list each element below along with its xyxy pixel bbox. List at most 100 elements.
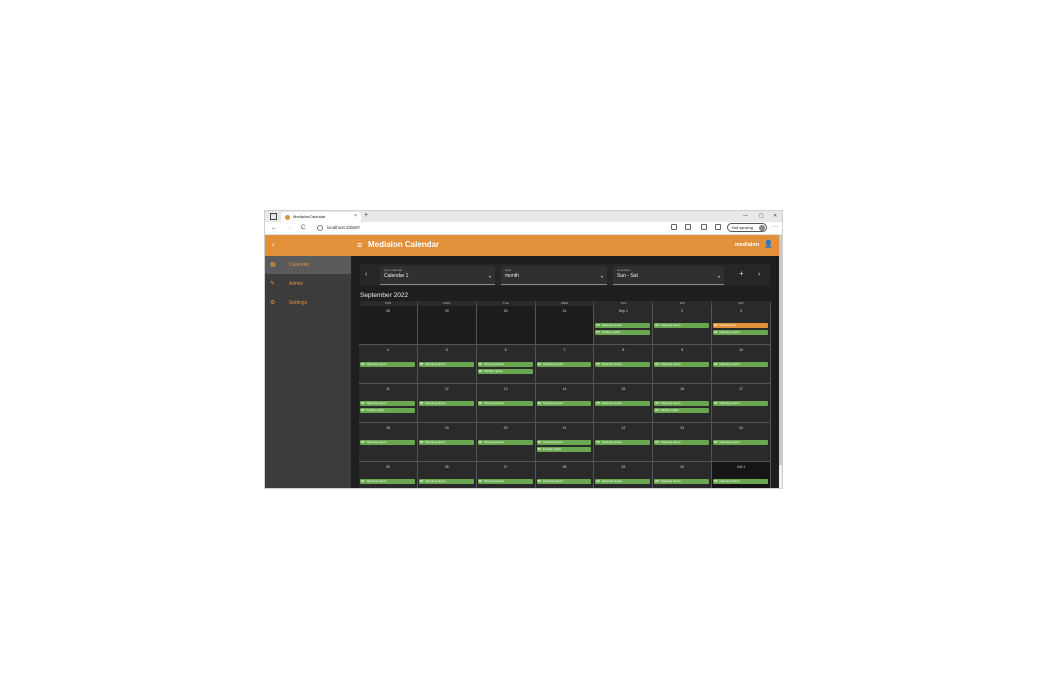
info-icon[interactable] xyxy=(317,224,323,231)
day-number[interactable]: 3 xyxy=(712,309,770,314)
sidebar-item-admin[interactable]: ✎ Admin xyxy=(265,275,351,293)
calendar-event[interactable]: 00 Facility Lights xyxy=(360,408,415,413)
day-number[interactable]: 16 xyxy=(653,387,711,392)
calendar-event[interactable]: 00 Opening Hours xyxy=(418,440,474,445)
day-cell[interactable]: 23 00 Opening Hours xyxy=(653,423,713,462)
calendar-event[interactable]: 00 Opening Hours xyxy=(536,362,592,367)
day-number[interactable]: 30 xyxy=(653,465,711,470)
new-tab-button[interactable]: + xyxy=(364,211,368,221)
day-cell[interactable]: Sep 1 00 Opening Hours 00 Facility Lights xyxy=(594,306,654,345)
minimize-button[interactable]: — xyxy=(743,211,748,221)
extensions-icon[interactable] xyxy=(701,224,707,230)
calendar-event[interactable]: 00 Opening Hours xyxy=(595,362,651,367)
reload-button[interactable]: C xyxy=(301,223,305,233)
calendar-event[interactable]: 00 Opening Hours xyxy=(536,401,592,406)
day-number[interactable]: 11 xyxy=(359,387,417,392)
favorite-icon[interactable] xyxy=(685,224,691,230)
menu-icon[interactable]: ≡ xyxy=(357,238,362,252)
calendar-event[interactable]: 00 Opening Hours xyxy=(477,440,533,445)
day-cell[interactable]: 25 00 Opening Hours xyxy=(359,462,418,488)
maximize-button[interactable]: ▢ xyxy=(759,211,764,221)
day-number[interactable]: 12 xyxy=(418,387,476,392)
add-event-button[interactable]: + xyxy=(739,269,744,279)
calendar-event[interactable]: 00 Opening Hours xyxy=(713,362,768,367)
calendar-event[interactable]: 00 Facility Lights xyxy=(654,408,710,413)
calendar-event[interactable]: 00 Opening Hours xyxy=(477,401,533,406)
collapse-sidebar-icon[interactable]: ‹ xyxy=(272,239,275,251)
sidebar-item-calendar[interactable]: ▦ Calendar xyxy=(265,256,351,274)
calendar-event[interactable]: 00 Opening Hours xyxy=(713,330,768,335)
calendar-event[interactable]: 00 Opening Hours xyxy=(360,362,415,367)
day-cell[interactable]: 27 00 Opening Hours xyxy=(476,462,536,488)
day-number[interactable]: 20 xyxy=(477,426,535,431)
day-cell[interactable]: 24 00 Opening Hours xyxy=(712,423,771,462)
day-cell[interactable]: 9 00 Opening Hours xyxy=(653,345,713,384)
calendar-event[interactable]: 00 Opening Hours xyxy=(654,362,710,367)
day-number[interactable]: 25 xyxy=(359,465,417,470)
address-bar[interactable]: localhost:3256/# xyxy=(317,224,360,232)
calendar-event[interactable]: 00 Opening Hours xyxy=(536,440,592,445)
calendar-event[interactable]: 00 Opening Hours xyxy=(654,401,710,406)
day-cell[interactable]: 22 00 Opening Hours xyxy=(594,423,654,462)
day-number[interactable]: Sep 1 xyxy=(594,309,652,314)
calendar-event[interactable]: 00 Maintenance xyxy=(713,323,768,328)
day-cell[interactable]: 8 00 Opening Hours xyxy=(594,345,654,384)
day-cell[interactable]: 10 00 Opening Hours xyxy=(712,345,771,384)
day-cell[interactable]: 6 00 Opening Hours 00 Facility Lights xyxy=(476,345,536,384)
day-number[interactable]: 18 xyxy=(359,426,417,431)
scrollbar[interactable] xyxy=(779,235,782,488)
day-cell[interactable]: 28 00 Opening Hours xyxy=(535,462,595,488)
day-number[interactable]: 17 xyxy=(712,387,770,392)
day-cell[interactable]: 29 00 Opening Hours xyxy=(594,462,654,488)
weekdays-select[interactable]: weekdays Sun - Sat ▾ xyxy=(613,266,724,285)
day-cell[interactable]: 4 00 Opening Hours xyxy=(359,345,418,384)
collections-icon[interactable] xyxy=(715,224,721,230)
day-number[interactable]: 10 xyxy=(712,348,770,353)
day-number[interactable]: 26 xyxy=(418,465,476,470)
calendar-event[interactable]: 00 Opening Hours xyxy=(713,401,768,406)
day-number[interactable]: 28 xyxy=(359,309,417,314)
forward-button[interactable]: → xyxy=(286,223,292,233)
calendar-event[interactable]: 00 Opening Hours xyxy=(595,440,651,445)
calendar-event[interactable]: 00 Facility Lights xyxy=(595,330,651,335)
calendar-event[interactable]: 00 Opening Hours xyxy=(595,323,651,328)
calendar-event[interactable]: 00 Opening Hours xyxy=(360,479,415,484)
day-number[interactable]: 2 xyxy=(653,309,711,314)
day-number[interactable]: 29 xyxy=(418,309,476,314)
calendar-event[interactable]: 00 Opening Hours xyxy=(418,401,474,406)
day-number[interactable]: 15 xyxy=(594,387,652,392)
day-number[interactable]: 24 xyxy=(712,426,770,431)
day-cell[interactable]: 17 00 Opening Hours xyxy=(712,384,771,423)
day-number[interactable]: 13 xyxy=(477,387,535,392)
more-menu-button[interactable]: ··· xyxy=(772,223,778,232)
day-cell[interactable]: 19 00 Opening Hours xyxy=(417,423,477,462)
calendar-event[interactable]: 00 Opening Hours xyxy=(654,440,710,445)
back-button[interactable]: ← xyxy=(271,223,277,233)
read-aloud-icon[interactable] xyxy=(671,224,677,230)
scrollbar-thumb[interactable] xyxy=(779,235,782,465)
day-cell[interactable]: 14 00 Opening Hours xyxy=(535,384,595,423)
calendar-event[interactable]: 00 Opening Hours xyxy=(713,440,768,445)
calendar-event[interactable]: 00 Opening Hours xyxy=(477,362,533,367)
day-number[interactable]: 7 xyxy=(536,348,594,353)
view-calendar-select[interactable]: view calendar Calendar 1 ▾ xyxy=(380,266,495,285)
day-cell[interactable]: 21 00 Opening Hours 00 Facility Lights xyxy=(535,423,595,462)
day-cell[interactable]: 26 00 Opening Hours xyxy=(417,462,477,488)
day-cell[interactable]: 30 xyxy=(476,306,536,345)
sidebar-item-settings[interactable]: ⚙ Settings xyxy=(265,294,351,312)
day-cell[interactable]: 18 00 Opening Hours xyxy=(359,423,418,462)
day-cell[interactable]: 13 00 Opening Hours xyxy=(476,384,536,423)
calendar-event[interactable]: 00 Facility Lights xyxy=(536,447,592,452)
day-number[interactable]: 6 xyxy=(477,348,535,353)
calendar-event[interactable]: 00 Opening Hours xyxy=(654,323,710,328)
day-number[interactable]: Oct 1 xyxy=(712,465,770,470)
day-number[interactable]: 5 xyxy=(418,348,476,353)
day-cell[interactable]: 31 xyxy=(535,306,595,345)
prev-month-button[interactable]: ‹ xyxy=(365,270,367,280)
day-number[interactable]: 31 xyxy=(536,309,594,314)
day-number[interactable]: 14 xyxy=(536,387,594,392)
browser-tab[interactable]: MedialonCalendar × xyxy=(281,212,361,222)
day-number[interactable]: 28 xyxy=(536,465,594,470)
calendar-event[interactable]: 00 Opening Hours xyxy=(713,479,768,484)
calendar-event[interactable]: 00 Opening Hours xyxy=(360,401,415,406)
